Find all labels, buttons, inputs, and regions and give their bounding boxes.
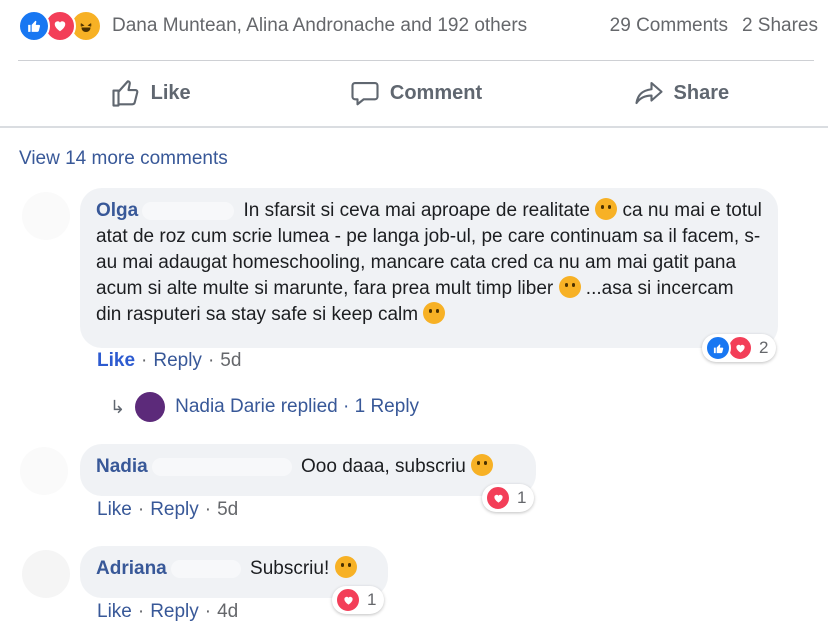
reaction-icons[interactable] xyxy=(18,10,102,42)
reaction-count-number: 1 xyxy=(517,488,527,507)
action-bar: Like Comment Share xyxy=(18,61,814,125)
smile-emoji-icon xyxy=(595,198,618,220)
share-button[interactable]: Share xyxy=(549,61,814,125)
comment-bubble: Olga In sfarsit si ceva mai aproape de r… xyxy=(80,188,778,348)
reply-arrow-icon: ↳ xyxy=(110,396,126,417)
comment-button[interactable]: Comment xyxy=(283,61,548,125)
redacted-name xyxy=(142,201,235,220)
comments-count[interactable]: 29 Comments xyxy=(610,15,728,37)
redacted-name xyxy=(151,457,292,476)
comment-bubble: Nadia Ooo daaa, subscriu xyxy=(80,444,536,496)
comment-reply-link[interactable]: Reply xyxy=(153,350,202,371)
comment-time[interactable]: 4d xyxy=(217,601,238,622)
avatar[interactable] xyxy=(135,392,166,422)
comment-reaction-count[interactable]: 2 xyxy=(702,334,777,362)
view-replies-link[interactable]: ↳ Nadia Darie replied · 1 Reply xyxy=(110,392,419,422)
love-reaction-icon xyxy=(485,485,511,511)
reaction-names[interactable]: Dana Muntean, Alina Andronache and 192 o… xyxy=(112,15,527,37)
comment-meta: Like · Reply · 5d xyxy=(97,350,242,371)
clapping-hands-emoji-icon xyxy=(334,556,357,578)
comment-meta: Like · Reply · 4d xyxy=(97,601,239,622)
replied-text: Nadia Darie replied · 1 Reply xyxy=(175,396,420,417)
thumbs-up-icon xyxy=(112,80,138,107)
comment-reply-link[interactable]: Reply xyxy=(150,601,199,622)
comment-reply-link[interactable]: Reply xyxy=(150,499,199,520)
comment-text: Subscriu! xyxy=(250,558,330,579)
comment-text: Ooo daaa, subscriu xyxy=(301,456,466,477)
divider xyxy=(0,126,828,128)
comment-reaction-count[interactable]: 1 xyxy=(332,586,385,614)
love-reaction-icon xyxy=(335,587,361,613)
like-reaction-icon xyxy=(705,335,731,361)
shares-count[interactable]: 2 Shares xyxy=(742,15,818,37)
like-label: Like xyxy=(150,81,191,104)
comment-like-link[interactable]: Like xyxy=(97,350,135,371)
smile-emoji-icon xyxy=(558,276,581,298)
comment-time[interactable]: 5d xyxy=(217,499,238,520)
comment-like-link[interactable]: Like xyxy=(97,601,132,622)
redacted-name xyxy=(170,559,241,578)
reaction-summary: Dana Muntean, Alina Andronache and 192 o… xyxy=(18,10,818,42)
comment-text: In sfarsit si ceva mai aproape de realit… xyxy=(243,200,590,221)
like-button[interactable]: Like xyxy=(18,61,283,125)
wink-emoji-icon xyxy=(423,302,446,324)
comment-author[interactable]: Adriana xyxy=(96,558,167,579)
comment-label: Comment xyxy=(389,81,483,104)
comment-like-link[interactable]: Like xyxy=(97,499,132,520)
view-more-comments-link[interactable]: View 14 more comments xyxy=(19,148,228,170)
reaction-count-number: 2 xyxy=(759,338,769,357)
avatar[interactable] xyxy=(20,447,68,495)
grin-emoji-icon xyxy=(471,454,494,476)
avatar[interactable] xyxy=(22,192,70,240)
like-reaction-icon xyxy=(18,10,50,42)
avatar[interactable] xyxy=(22,550,70,598)
comment-meta: Like · Reply · 5d xyxy=(97,499,239,520)
reaction-count-number: 1 xyxy=(367,590,377,609)
share-label: Share xyxy=(673,81,730,104)
share-arrow-icon xyxy=(634,81,663,105)
comment-author[interactable]: Olga xyxy=(96,200,138,221)
comment-author[interactable]: Nadia xyxy=(96,456,148,477)
comment-icon xyxy=(351,81,379,106)
comment-time[interactable]: 5d xyxy=(220,350,241,371)
comment-reaction-count[interactable]: 1 xyxy=(482,484,535,512)
